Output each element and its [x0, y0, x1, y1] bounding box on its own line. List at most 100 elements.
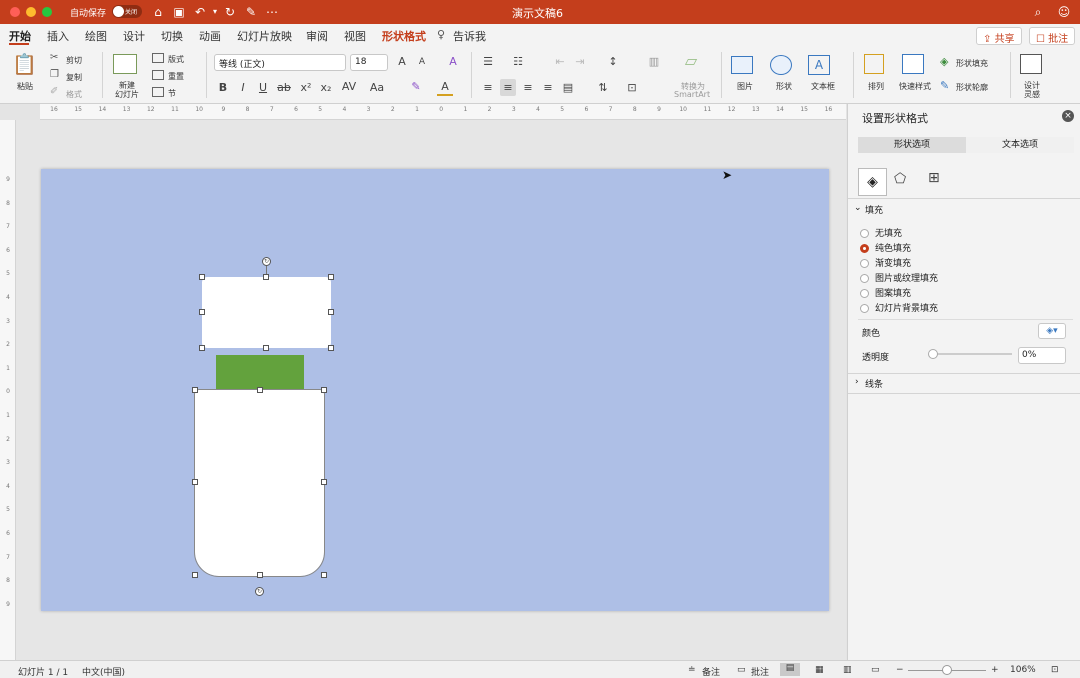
scissors-icon[interactable]: ✂ — [50, 53, 58, 63]
resize-handle[interactable] — [192, 479, 198, 485]
slide-sorter-icon[interactable]: ▦ — [815, 665, 824, 675]
zoom-out-icon[interactable]: − — [896, 665, 904, 675]
effects-pentagon-icon[interactable]: ⬠ — [894, 171, 906, 187]
transparency-input[interactable]: 0% — [1018, 347, 1066, 364]
reset-icon[interactable] — [152, 70, 164, 80]
top-rounded-rectangle[interactable] — [202, 277, 331, 348]
underline-icon[interactable]: U — [255, 81, 271, 95]
new-slide-icon[interactable] — [113, 54, 137, 74]
clear-format-icon[interactable]: A — [445, 55, 461, 69]
chevron-down-icon[interactable]: ▾ — [207, 4, 223, 20]
layout-icon[interactable] — [152, 53, 164, 63]
comments-button[interactable]: ☐ 批注 — [1029, 27, 1076, 45]
fill-line-icon[interactable]: ◈ — [858, 168, 887, 196]
convert-smartart-label-2[interactable]: SmartArt — [674, 90, 710, 99]
vertical-ruler[interactable]: 9 8 7 6 5 4 3 2 1 0 1 2 3 4 5 6 7 8 9 — [0, 120, 16, 660]
bottom-rounded-rectangle[interactable] — [194, 389, 325, 577]
smartart-icon[interactable]: ▱ — [676, 53, 706, 73]
redo-icon[interactable]: ↻ — [222, 4, 238, 20]
rotate-handle-icon[interactable]: ↻ — [255, 587, 264, 596]
resize-handle[interactable] — [192, 387, 198, 393]
distribute-icon[interactable]: ▤ — [560, 81, 576, 95]
slideshow-icon[interactable]: ▭ — [871, 665, 880, 675]
resize-handle[interactable] — [257, 387, 263, 393]
fit-slide-icon[interactable]: ⊡ — [1051, 665, 1059, 675]
change-case-icon[interactable]: Aa — [367, 81, 387, 95]
tab-animations[interactable]: 动画 — [199, 28, 221, 44]
home-icon[interactable]: ⌂ — [150, 4, 166, 20]
resize-handle[interactable] — [263, 345, 269, 351]
format-painter-icon[interactable]: ✐ — [50, 87, 58, 97]
layout-button[interactable]: 版式 — [168, 54, 184, 65]
decrease-font-icon[interactable]: A — [414, 55, 430, 69]
tab-shape-format[interactable]: 形状格式 — [382, 28, 426, 44]
shape-outline-button[interactable]: 形状轮廓 — [956, 82, 988, 93]
strikethrough-icon[interactable]: ab — [276, 81, 292, 95]
rotate-handle-icon[interactable]: ↻ — [262, 257, 271, 266]
line-spacing-icon[interactable]: ↕ — [605, 55, 621, 69]
fill-option[interactable]: 无填充 — [860, 226, 902, 239]
fill-option[interactable]: 幻灯片背景填充 — [860, 301, 938, 314]
section-icon[interactable] — [152, 87, 164, 97]
reading-view-icon[interactable]: ▥ — [843, 665, 852, 675]
tab-transitions[interactable]: 切换 — [161, 28, 183, 44]
textbox-label[interactable]: 文本框 — [811, 81, 835, 92]
paint-bucket-icon[interactable]: ◈ — [940, 56, 948, 67]
tab-text-options[interactable]: 文本选项 — [966, 137, 1074, 153]
cut-button[interactable]: 剪切 — [66, 55, 82, 66]
tab-shape-options[interactable]: 形状选项 — [858, 137, 966, 153]
font-color-icon[interactable]: A — [437, 80, 453, 96]
share-button[interactable]: ⇪ 共享 — [976, 27, 1022, 45]
quick-styles-label[interactable]: 快速样式 — [899, 81, 931, 92]
pen-icon[interactable]: ✎ — [940, 80, 949, 91]
zoom-level[interactable]: 106% — [1010, 665, 1036, 675]
tab-design[interactable]: 设计 — [123, 28, 145, 44]
zoom-in-icon[interactable]: + — [991, 665, 999, 675]
resize-handle[interactable] — [328, 345, 334, 351]
radio-button[interactable] — [860, 229, 869, 238]
radio-button[interactable] — [860, 304, 869, 313]
zoom-slider-thumb[interactable] — [942, 665, 952, 675]
tab-home[interactable]: 开始 — [9, 28, 31, 44]
align-center-icon[interactable]: ≡ — [500, 79, 516, 96]
resize-handle[interactable] — [328, 274, 334, 280]
arrange-label[interactable]: 排列 — [868, 81, 884, 92]
resize-handle[interactable] — [321, 387, 327, 393]
edit-icon[interactable]: ✎ — [243, 4, 259, 20]
reset-button[interactable]: 重置 — [168, 71, 184, 82]
fill-option[interactable]: 渐变填充 — [860, 256, 911, 269]
fill-option[interactable]: 纯色填充 — [860, 241, 911, 254]
resize-handle[interactable] — [199, 345, 205, 351]
highlight-icon[interactable]: ✎ — [408, 80, 424, 94]
resize-handle[interactable] — [199, 274, 205, 280]
fill-option[interactable]: 图案填充 — [860, 286, 911, 299]
increase-indent-icon[interactable]: ⇥ — [572, 55, 588, 69]
tab-tell-me[interactable]: 告诉我 — [453, 28, 486, 44]
textbox-icon[interactable]: A — [808, 55, 830, 75]
char-spacing-icon[interactable]: AV — [338, 80, 360, 94]
resize-handle[interactable] — [192, 572, 198, 578]
slide[interactable]: ↻ ↻ — [41, 169, 829, 611]
zoom-window-button[interactable] — [42, 7, 52, 17]
tab-view[interactable]: 视图 — [344, 28, 366, 44]
comments-status-button[interactable]: 批注 — [751, 665, 769, 678]
shape-icon[interactable] — [770, 55, 792, 75]
close-icon[interactable]: × — [1062, 110, 1074, 122]
superscript-icon[interactable]: x² — [298, 81, 314, 95]
copy-button[interactable]: 复制 — [66, 72, 82, 83]
resize-handle[interactable] — [328, 309, 334, 315]
shape-label[interactable]: 形状 — [776, 81, 792, 92]
format-painter-button[interactable]: 格式 — [66, 89, 82, 100]
save-icon[interactable]: ▣ — [171, 4, 187, 20]
radio-button[interactable] — [860, 289, 869, 298]
line-section-header[interactable]: 线条 — [865, 377, 883, 390]
align-text-icon[interactable]: ⊡ — [624, 81, 640, 95]
green-rectangle[interactable] — [216, 355, 304, 391]
transparency-slider-thumb[interactable] — [928, 349, 938, 359]
color-picker-button[interactable]: ◈▾ — [1038, 323, 1066, 339]
radio-button[interactable] — [860, 259, 869, 268]
quick-styles-icon[interactable] — [902, 54, 924, 74]
account-icon[interactable]: ☺ — [1056, 4, 1072, 20]
minimize-window-button[interactable] — [26, 7, 36, 17]
increase-font-icon[interactable]: A — [394, 55, 410, 69]
